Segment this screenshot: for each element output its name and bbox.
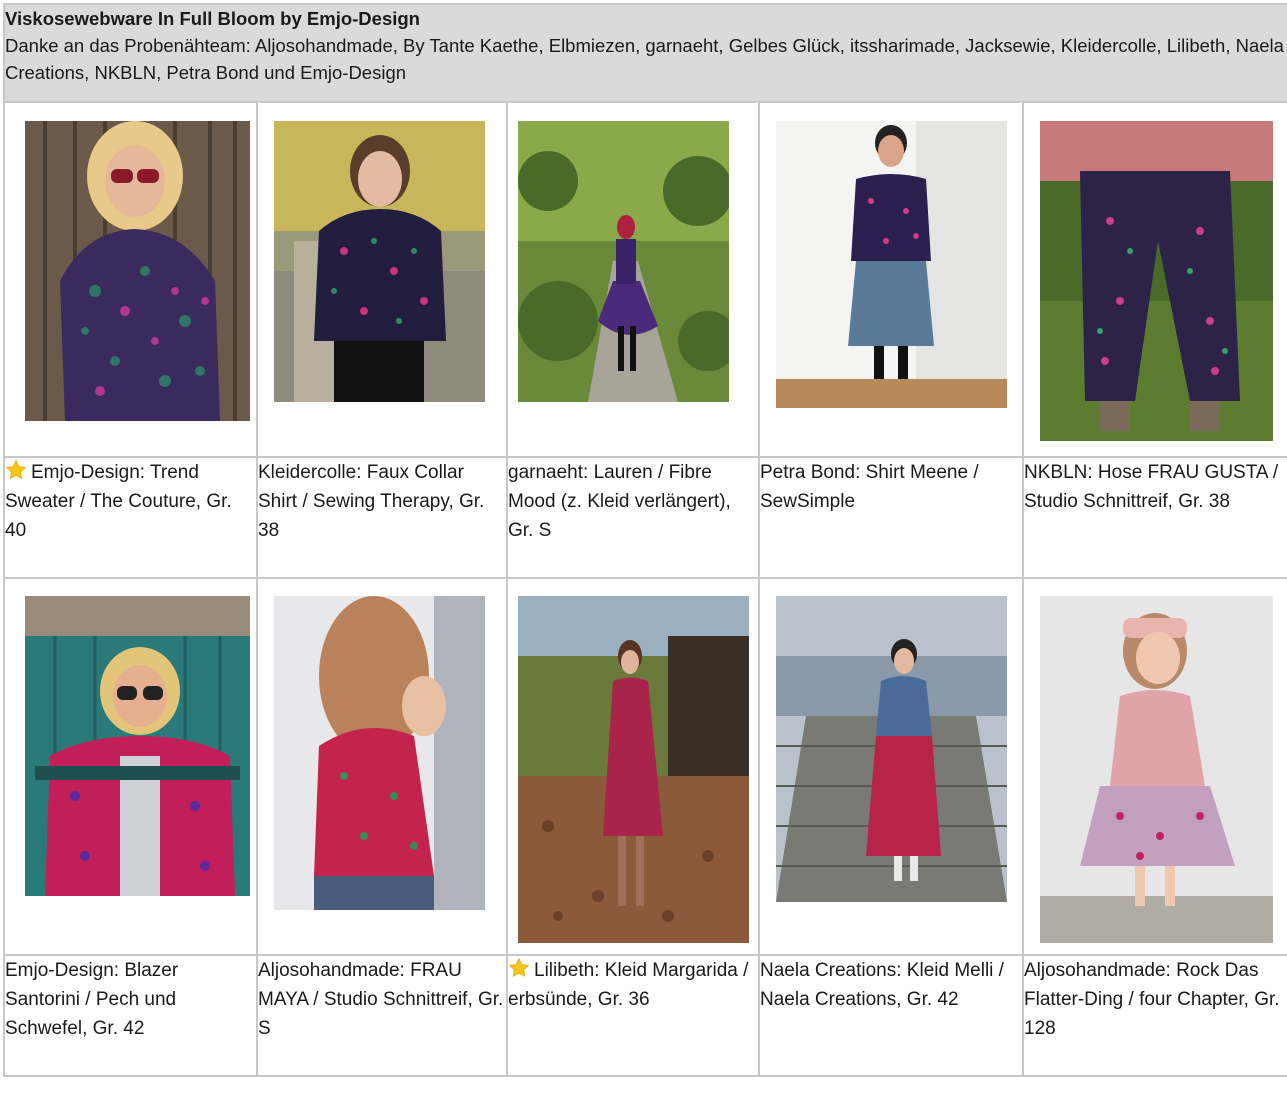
caption-cell: Emjo-Design: Trend Sweater / The Couture…	[3, 456, 258, 579]
photo-cell	[758, 577, 1024, 956]
photo-cell	[3, 101, 258, 458]
page-title: Viskosewebware In Full Bloom by Emjo-Des…	[5, 8, 420, 29]
caption-cell: Lilibeth: Kleid Margarida / erbsünde, Gr…	[506, 954, 760, 1077]
caption-cell: Emjo-Design: Blazer Santorini / Pech und…	[3, 954, 258, 1077]
photo-frau-maya[interactable]	[274, 596, 485, 910]
caption-text: Lilibeth: Kleid Margarida / erbsünde, Gr…	[508, 960, 749, 1010]
photo-kleid-melli[interactable]	[776, 596, 1007, 902]
gallery-table: Viskosewebware In Full Bloom by Emjo-Des…	[2, 3, 1287, 1077]
photo-cell	[3, 577, 258, 956]
photo-kleid-margarida[interactable]	[518, 596, 749, 943]
caption-text: Petra Bond: Shirt Meene / SewSimple	[760, 462, 979, 512]
photo-cell	[256, 577, 508, 956]
photo-row	[3, 101, 1287, 458]
caption-cell: Aljosohandmade: Rock Das Flatter-Ding / …	[1021, 954, 1287, 1077]
photo-cell	[1021, 101, 1287, 458]
photo-cell	[1021, 577, 1287, 956]
photo-blazer-santorini[interactable]	[25, 596, 250, 896]
caption-text: Aljosohandmade: Rock Das Flatter-Ding / …	[1024, 960, 1280, 1039]
caption-row: Emjo-Design: Trend Sweater / The Couture…	[3, 456, 1287, 579]
caption-text: Aljosohandmade: FRAU MAYA / Studio Schni…	[258, 960, 504, 1039]
caption-text: garnaeht: Lauren / Fibre Mood (z. Kleid …	[508, 462, 731, 541]
caption-cell: Kleidercolle: Faux Collar Shirt / Sewing…	[256, 456, 508, 579]
photo-lauren-dress[interactable]	[518, 121, 729, 402]
photo-flatter-ding-rock[interactable]	[1040, 596, 1273, 943]
photo-cell	[506, 577, 760, 956]
photo-cell	[758, 101, 1024, 458]
caption-row: Emjo-Design: Blazer Santorini / Pech und…	[3, 954, 1287, 1077]
photo-row	[3, 577, 1287, 956]
caption-cell: Petra Bond: Shirt Meene / SewSimple	[758, 456, 1024, 579]
caption-text: Kleidercolle: Faux Collar Shirt / Sewing…	[258, 462, 485, 541]
photo-faux-collar-shirt[interactable]	[274, 121, 485, 402]
header-cell: Viskosewebware In Full Bloom by Emjo-Des…	[2, 3, 1287, 103]
photo-cell	[506, 101, 760, 458]
photo-shirt-meene[interactable]	[776, 121, 1007, 408]
caption-text: Emjo-Design: Trend Sweater / The Couture…	[5, 462, 232, 541]
caption-text: Naela Creations: Kleid Melli / Naela Cre…	[760, 960, 1004, 1010]
caption-cell: Naela Creations: Kleid Melli / Naela Cre…	[758, 954, 1024, 1077]
caption-text: NKBLN: Hose FRAU GUSTA / Studio Schnittr…	[1024, 462, 1279, 512]
photo-hose-frau-gusta[interactable]	[1040, 121, 1273, 441]
caption-cell: Aljosohandmade: FRAU MAYA / Studio Schni…	[256, 954, 508, 1077]
star-icon	[5, 459, 27, 481]
thanks-text: Danke an das Probenähteam: Aljosohandmad…	[5, 35, 1284, 83]
caption-cell: garnaeht: Lauren / Fibre Mood (z. Kleid …	[506, 456, 760, 579]
photo-cell	[256, 101, 508, 458]
star-icon	[508, 957, 530, 979]
caption-cell: NKBLN: Hose FRAU GUSTA / Studio Schnittr…	[1021, 456, 1287, 579]
photo-trend-sweater[interactable]	[25, 121, 250, 421]
caption-text: Emjo-Design: Blazer Santorini / Pech und…	[5, 960, 179, 1039]
